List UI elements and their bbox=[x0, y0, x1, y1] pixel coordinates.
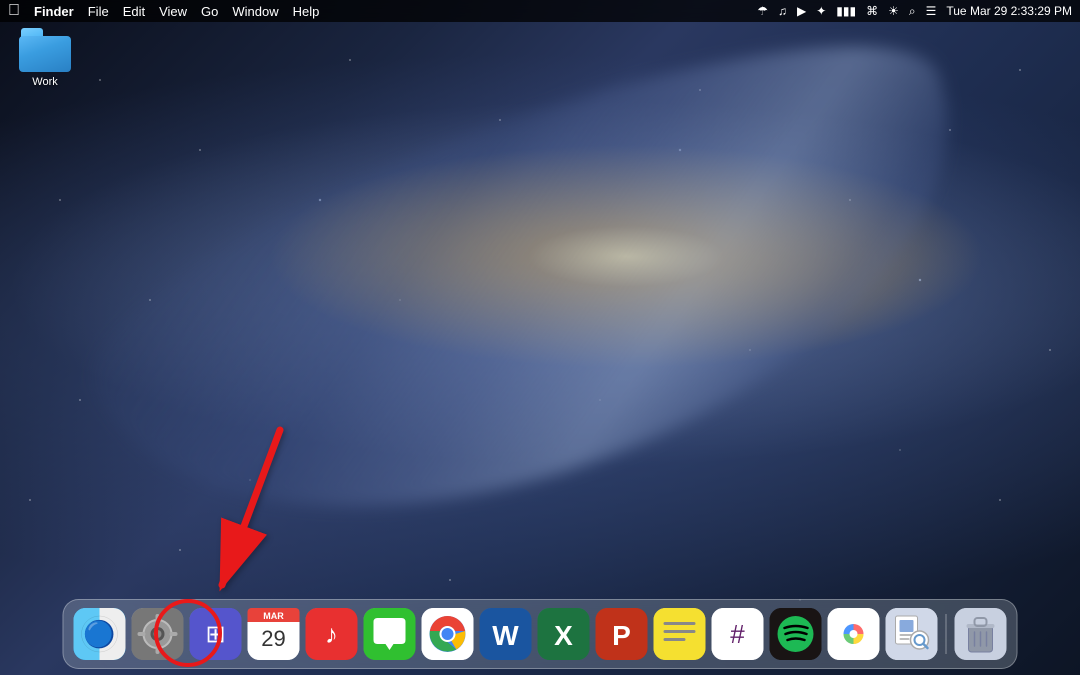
menubar:  Finder File Edit View Go Window Help ☂… bbox=[0, 0, 1080, 22]
music-icon[interactable]: ♫ bbox=[778, 4, 787, 18]
menubar-edit[interactable]: Edit bbox=[123, 4, 145, 19]
svg-text:W: W bbox=[492, 620, 519, 651]
dock-item-notes[interactable] bbox=[654, 608, 706, 660]
work-folder[interactable]: Work bbox=[10, 28, 80, 89]
menubar-file[interactable]: File bbox=[88, 4, 109, 19]
svg-text:X: X bbox=[554, 620, 573, 651]
folder-body bbox=[19, 36, 71, 72]
svg-text:#: # bbox=[730, 619, 745, 649]
finder-icon: 🔵 bbox=[83, 619, 115, 650]
brightness-icon[interactable]: ☀ bbox=[888, 4, 899, 18]
wifi-icon[interactable]: ⌘ bbox=[866, 4, 878, 18]
menubar-go[interactable]: Go bbox=[201, 4, 218, 19]
apple-menu[interactable]:  bbox=[8, 2, 20, 20]
annotation-arrow bbox=[180, 420, 340, 620]
menubar-view[interactable]: View bbox=[159, 4, 187, 19]
clock: Tue Mar 29 2:33:29 PM bbox=[946, 4, 1072, 18]
dropbox-icon[interactable]: ☂ bbox=[757, 4, 768, 18]
bluetooth-icon[interactable]: ✦ bbox=[816, 4, 826, 18]
svg-text:P: P bbox=[612, 620, 631, 651]
folder-icon bbox=[19, 28, 71, 72]
dock-item-messages[interactable] bbox=[364, 608, 416, 660]
annotation-circle bbox=[154, 599, 222, 667]
search-icon[interactable]: ⌕ bbox=[909, 4, 916, 19]
menubar-window[interactable]: Window bbox=[232, 4, 278, 19]
dock-item-excel[interactable]: X bbox=[538, 608, 590, 660]
battery-icon[interactable]: ▮▮▮ bbox=[836, 4, 856, 18]
menubar-right: ☂ ♫ ▶ ✦ ▮▮▮ ⌘ ☀ ⌕ ☰ Tue Mar 29 2:33:29 P… bbox=[757, 4, 1072, 19]
dock-item-spotify[interactable] bbox=[770, 608, 822, 660]
svg-text:29: 29 bbox=[261, 626, 285, 651]
dock-item-powerpoint[interactable]: P bbox=[596, 608, 648, 660]
dock-item-slack[interactable]: # bbox=[712, 608, 764, 660]
folder-label: Work bbox=[32, 76, 57, 89]
dock-item-trash[interactable] bbox=[955, 608, 1007, 660]
dock-item-word[interactable]: W bbox=[480, 608, 532, 660]
dock-item-finder[interactable]: 🔵 bbox=[74, 608, 126, 660]
dock-item-preview[interactable] bbox=[886, 608, 938, 660]
notification-icon[interactable]: ☰ bbox=[926, 4, 937, 18]
svg-text:♪: ♪ bbox=[325, 619, 338, 649]
menubar-app-name[interactable]: Finder bbox=[34, 4, 74, 19]
menubar-left:  Finder File Edit View Go Window Help bbox=[8, 2, 319, 20]
dock-item-photos[interactable] bbox=[828, 608, 880, 660]
menubar-help[interactable]: Help bbox=[293, 4, 320, 19]
volume-icon[interactable]: ▶ bbox=[797, 4, 806, 18]
dock-item-chrome[interactable] bbox=[422, 608, 474, 660]
dock-separator bbox=[946, 614, 947, 654]
